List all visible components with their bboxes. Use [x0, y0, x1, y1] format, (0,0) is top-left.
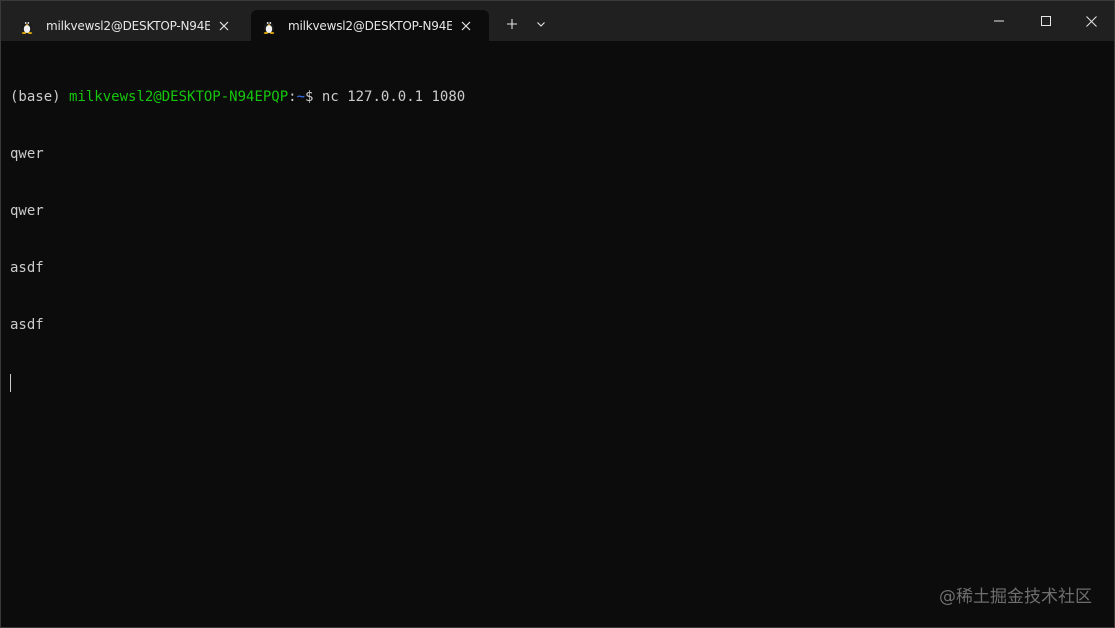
- title-bar[interactable]: milkvewsl2@DESKTOP-N94EPQP milkvewsl2@DE…: [1, 1, 1114, 41]
- new-tab-button[interactable]: [498, 10, 526, 38]
- minimize-button[interactable]: [976, 1, 1022, 41]
- maximize-button[interactable]: [1023, 1, 1069, 41]
- close-icon[interactable]: [216, 18, 232, 34]
- prompt-user-host: milkvewsl2@DESKTOP-N94EPQP: [69, 89, 289, 105]
- tab-title: milkvewsl2@DESKTOP-N94EPQP: [288, 18, 452, 33]
- chevron-down-icon: [537, 22, 545, 27]
- command-text: nc 127.0.0.1 1080: [321, 89, 466, 105]
- close-icon: [1085, 15, 1097, 27]
- output-line: qwer: [10, 203, 44, 219]
- terminal-window: milkvewsl2@DESKTOP-N94EPQP milkvewsl2@DE…: [0, 0, 1115, 628]
- maximize-icon: [1041, 16, 1051, 26]
- close-icon[interactable]: [458, 18, 474, 34]
- tab-title: milkvewsl2@DESKTOP-N94EPQP: [46, 18, 210, 33]
- terminal-output[interactable]: (base) milkvewsl2@DESKTOP-N94EPQP:~$ nc …: [10, 50, 1104, 627]
- output-line: qwer: [10, 146, 44, 162]
- linux-tux-icon: [21, 21, 33, 34]
- tab-dropdown-button[interactable]: [528, 10, 554, 38]
- prompt-path: ~: [296, 89, 306, 105]
- watermark: @稀土掘金技术社区: [939, 587, 1092, 607]
- close-button[interactable]: [1068, 1, 1114, 41]
- tab-2[interactable]: milkvewsl2@DESKTOP-N94EPQP: [251, 10, 489, 41]
- output-line: asdf: [10, 317, 44, 333]
- plus-icon: [507, 19, 517, 29]
- prompt-colon: :: [288, 89, 297, 105]
- tab-1[interactable]: milkvewsl2@DESKTOP-N94EPQP: [9, 10, 247, 41]
- linux-tux-icon: [263, 21, 275, 34]
- conda-env: (base): [10, 89, 70, 105]
- text-cursor: [10, 374, 11, 392]
- input-line[interactable]: [10, 373, 1104, 392]
- output-line: asdf: [10, 260, 44, 276]
- minimize-icon: [994, 20, 1004, 22]
- prompt-line: (base) milkvewsl2@DESKTOP-N94EPQP:~$ nc …: [10, 88, 1104, 107]
- prompt-symbol: $: [305, 89, 322, 105]
